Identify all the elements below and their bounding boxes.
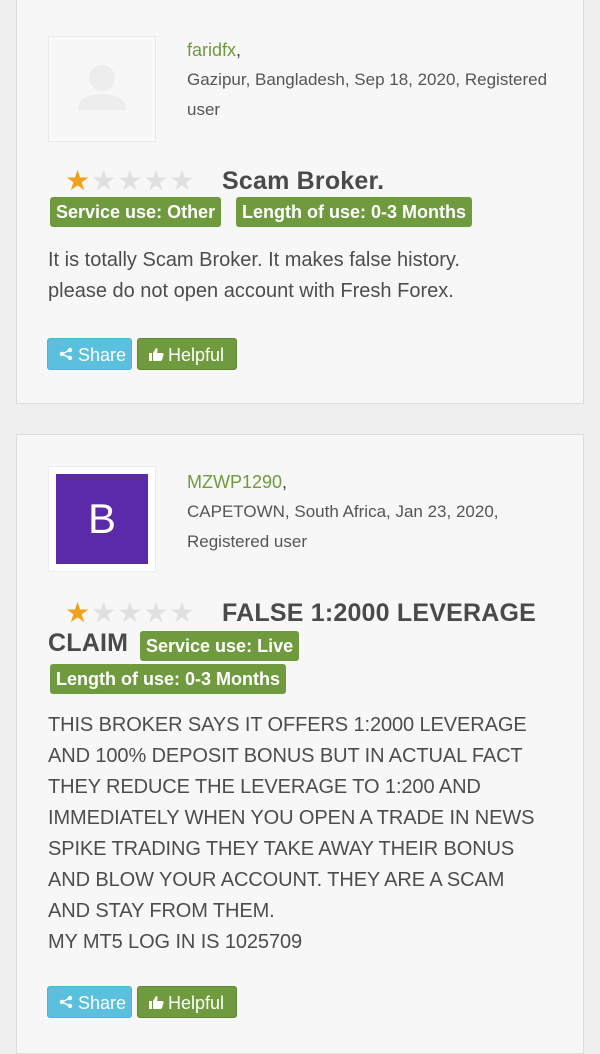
review-title: FALSE 1:2000 LEVERAGE: [222, 599, 537, 627]
length-of-use-badge: Length of use: 0-3 Months: [236, 197, 472, 227]
star-rating: ★ ★ ★ ★ ★: [65, 167, 195, 195]
service-use-badge: Service use: Live: [140, 631, 300, 661]
share-label: Share: [78, 345, 127, 365]
length-of-use-badge: Length of use: 0-3 Months: [50, 664, 286, 694]
username-link[interactable]: faridfx: [187, 40, 236, 60]
user-silhouette-icon: [78, 65, 126, 110]
star-empty-icon: ★: [91, 597, 117, 628]
username-link[interactable]: MZWP1290: [187, 472, 282, 492]
star-filled-icon: ★: [65, 165, 91, 196]
thumbs-up-icon: [144, 341, 168, 373]
star-filled-icon: ★: [65, 597, 91, 628]
star-rating: ★ ★ ★ ★ ★: [65, 599, 195, 627]
review-card: faridfx, Gazipur, Bangladesh, Sep 18, 20…: [16, 0, 584, 404]
share-icon: [54, 989, 78, 1021]
share-button[interactable]: Share: [47, 986, 132, 1018]
share-label: Share: [78, 993, 127, 1013]
helpful-label: Helpful: [168, 993, 225, 1013]
avatar: B: [49, 467, 155, 571]
review-title-continued: CLAIM: [48, 629, 129, 657]
review-meta: faridfx, Gazipur, Bangladesh, Sep 18, 20…: [187, 35, 577, 125]
helpful-button[interactable]: Helpful: [137, 986, 237, 1018]
review-location-date: CAPETOWN, South Africa, Jan 23, 2020, Re…: [187, 502, 499, 551]
star-empty-icon: ★: [169, 597, 195, 628]
review-body: It is totally Scam Broker. It makes fals…: [48, 249, 460, 302]
review-body: THIS BROKER SAYS IT OFFERS 1:2000 LEVERA…: [48, 714, 535, 953]
share-button[interactable]: Share: [47, 338, 132, 370]
avatar-letter: B: [56, 474, 148, 564]
review-title: Scam Broker.: [222, 167, 385, 195]
helpful-label: Helpful: [168, 345, 225, 365]
star-empty-icon: ★: [143, 597, 169, 628]
star-empty-icon: ★: [143, 165, 169, 196]
avatar: [49, 37, 155, 141]
star-empty-icon: ★: [91, 165, 117, 196]
service-use-badge: Service use: Other: [50, 197, 222, 227]
helpful-button[interactable]: Helpful: [137, 338, 237, 370]
review-meta: MZWP1290, CAPETOWN, South Africa, Jan 23…: [187, 467, 577, 557]
star-empty-icon: ★: [117, 165, 143, 196]
share-icon: [54, 341, 78, 373]
thumbs-up-icon: [144, 989, 168, 1021]
star-empty-icon: ★: [169, 165, 195, 196]
review-location-date: Gazipur, Bangladesh, Sep 18, 2020, Regis…: [187, 70, 548, 119]
review-card: B MZWP1290, CAPETOWN, South Africa, Jan …: [16, 434, 584, 1054]
star-empty-icon: ★: [117, 597, 143, 628]
